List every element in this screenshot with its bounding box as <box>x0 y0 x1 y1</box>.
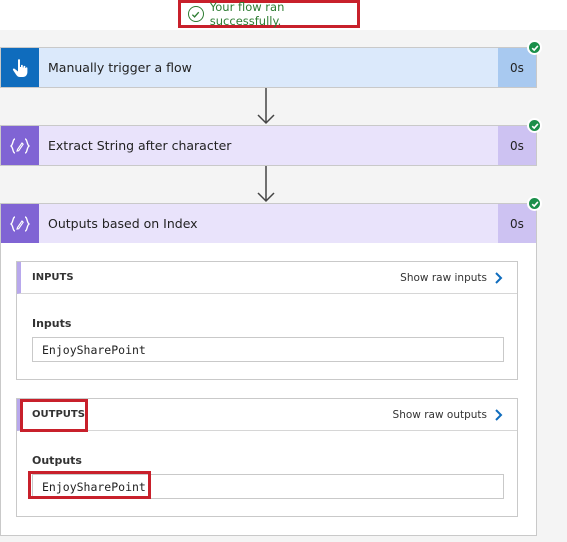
step-title: Manually trigger a flow <box>48 60 192 75</box>
expression-icon <box>1 204 39 243</box>
expression-icon <box>1 126 39 165</box>
arrow-down-icon <box>257 166 275 203</box>
step-manual-trigger[interactable]: Manually trigger a flow 0s <box>0 47 537 88</box>
inputs-value[interactable]: EnjoySharePoint <box>32 337 504 362</box>
outputs-value-highlight <box>28 471 151 499</box>
success-check-icon <box>527 196 542 211</box>
inputs-panel-header: INPUTS Show raw inputs <box>17 262 517 294</box>
hand-pointer-icon <box>1 48 39 87</box>
outputs-panel: OUTPUTS Show raw outputs Outputs EnjoySh… <box>16 398 518 517</box>
chevron-right-icon <box>495 271 503 284</box>
success-message: Your flow ran successfully. <box>209 0 285 28</box>
check-circle-icon <box>188 6 204 22</box>
outputs-panel-header: OUTPUTS Show raw outputs <box>17 399 517 431</box>
success-check-icon <box>527 118 542 133</box>
outputs-header-highlight <box>20 399 88 432</box>
show-raw-outputs-link[interactable]: Show raw outputs <box>393 399 503 430</box>
step-outputs-based-on-index[interactable]: Outputs based on Index 0s <box>0 203 537 244</box>
success-banner: Your flow ran successfully. <box>178 0 360 28</box>
inputs-header-label: INPUTS <box>32 272 74 283</box>
show-raw-inputs-label: Show raw inputs <box>400 271 487 284</box>
inputs-field-label: Inputs <box>32 317 72 330</box>
chevron-right-icon <box>495 408 503 421</box>
outputs-field-label: Outputs <box>32 454 82 467</box>
step-extract-string[interactable]: Extract String after character 0s <box>0 125 537 166</box>
step-title: Extract String after character <box>48 138 232 153</box>
show-raw-outputs-label: Show raw outputs <box>392 408 487 421</box>
flow-run-canvas: Your flow ran successfully. Manually tri… <box>0 0 567 542</box>
success-check-icon <box>527 40 542 55</box>
step-title: Outputs based on Index <box>48 216 198 231</box>
arrow-down-icon <box>257 88 275 125</box>
show-raw-inputs-link[interactable]: Show raw inputs <box>400 262 503 293</box>
inputs-panel: INPUTS Show raw inputs Inputs EnjoyShare… <box>16 261 518 380</box>
